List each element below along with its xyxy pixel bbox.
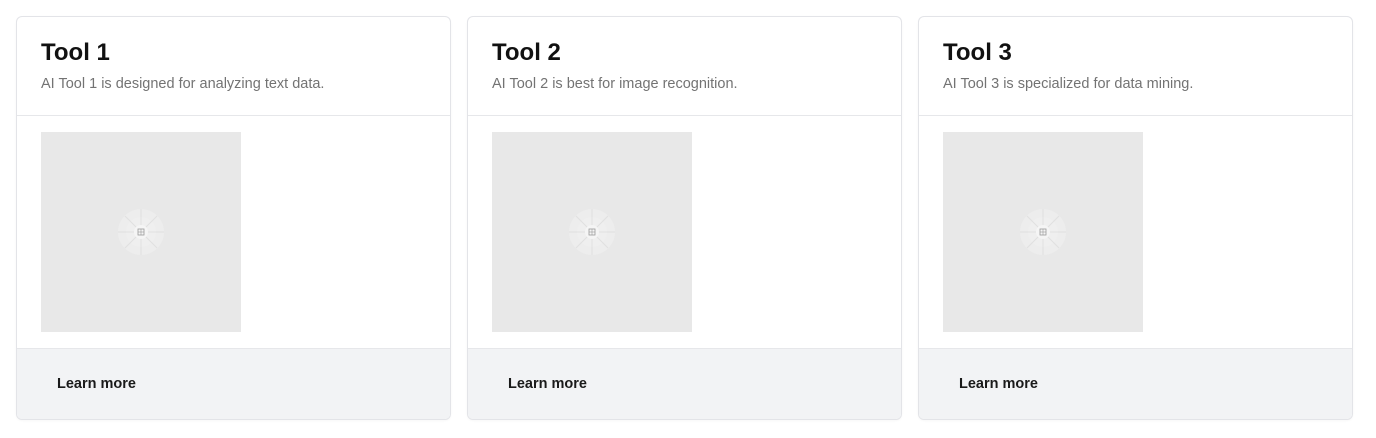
card-body <box>468 116 901 348</box>
card-body <box>17 116 450 348</box>
image-placeholder <box>943 132 1143 332</box>
card-body <box>919 116 1352 348</box>
card-header: Tool 1 AI Tool 1 is designed for analyzi… <box>17 17 450 116</box>
card-description: AI Tool 1 is designed for analyzing text… <box>41 76 325 92</box>
card-title: Tool 3 <box>943 39 1012 66</box>
image-placeholder-icon <box>1020 209 1066 255</box>
tool-card-3: Tool 3 AI Tool 3 is specialized for data… <box>918 16 1353 420</box>
card-footer: Learn more <box>17 348 450 419</box>
card-description: AI Tool 3 is specialized for data mining… <box>943 76 1194 92</box>
card-footer: Learn more <box>919 348 1352 419</box>
card-title: Tool 1 <box>41 39 110 66</box>
card-header: Tool 3 AI Tool 3 is specialized for data… <box>919 17 1352 116</box>
image-placeholder <box>492 132 692 332</box>
card-footer: Learn more <box>468 348 901 419</box>
learn-more-button[interactable]: Learn more <box>492 368 603 400</box>
image-placeholder <box>41 132 241 332</box>
card-title: Tool 2 <box>492 39 561 66</box>
card-header: Tool 2 AI Tool 2 is best for image recog… <box>468 17 901 116</box>
tools-grid: Tool 1 AI Tool 1 is designed for analyzi… <box>16 16 1353 420</box>
learn-more-button[interactable]: Learn more <box>41 368 152 400</box>
tool-card-2: Tool 2 AI Tool 2 is best for image recog… <box>467 16 902 420</box>
image-placeholder-icon <box>118 209 164 255</box>
image-placeholder-icon <box>569 209 615 255</box>
tool-card-1: Tool 1 AI Tool 1 is designed for analyzi… <box>16 16 451 420</box>
learn-more-button[interactable]: Learn more <box>943 368 1054 400</box>
card-description: AI Tool 2 is best for image recognition. <box>492 76 738 92</box>
